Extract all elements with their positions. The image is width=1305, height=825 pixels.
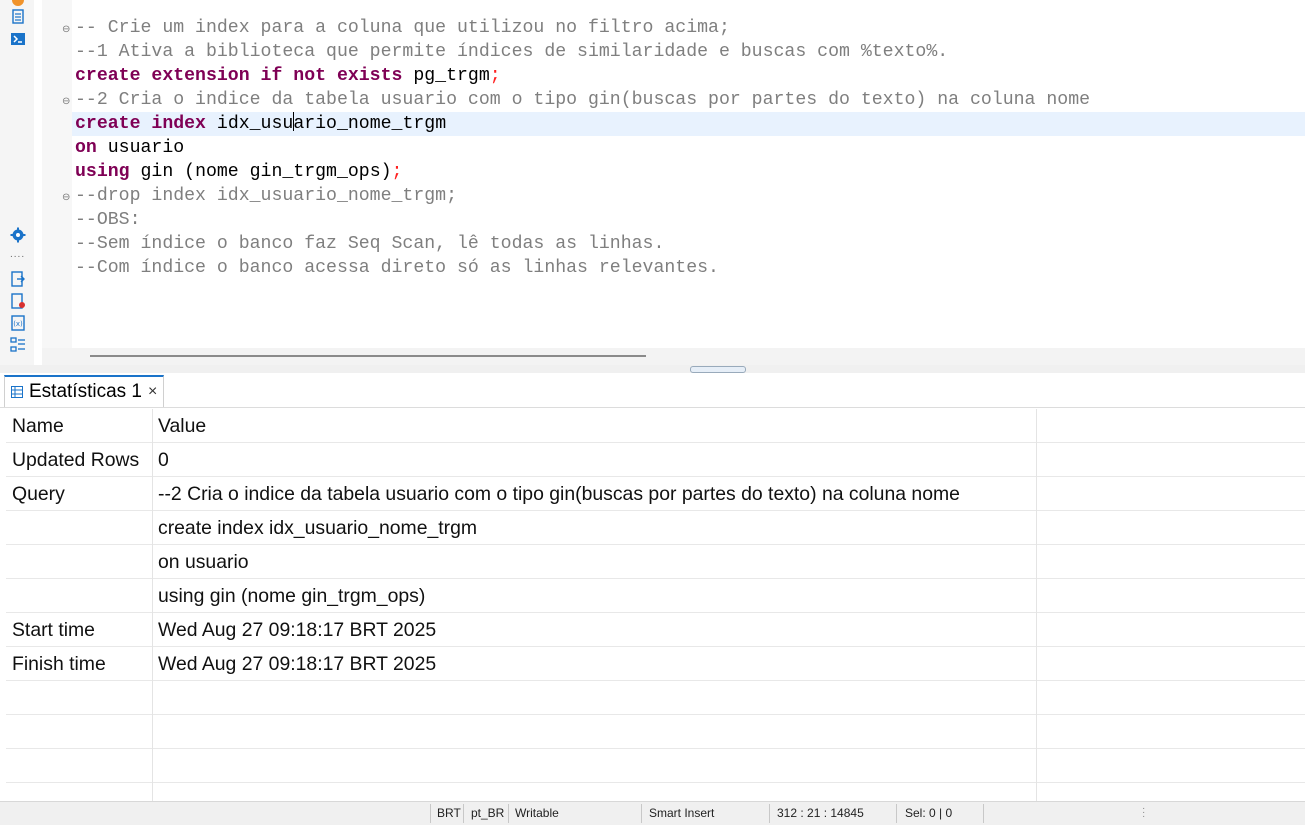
sql-text: usuario bbox=[96, 138, 185, 158]
status-bar: BRT pt_BR Writable Smart Insert 312 : 21… bbox=[0, 801, 1305, 825]
sql-editor[interactable]: .... (x) ⊖ ⊖ ⊖ -- Crie um index para a col… bbox=[0, 0, 1305, 365]
horizontal-scrollbar[interactable] bbox=[42, 348, 1305, 365]
sql-text: ario_nome_trgm bbox=[293, 114, 447, 134]
tab-label: Estatísticas 1 bbox=[29, 381, 142, 402]
table-row[interactable] bbox=[6, 749, 1305, 783]
status-separator bbox=[983, 804, 984, 823]
row-value-cell[interactable]: Wed Aug 27 09:18:17 BRT 2025 bbox=[158, 613, 436, 646]
editor-left-toolbar: .... (x) bbox=[0, 0, 34, 365]
code-text-area[interactable]: -- Crie um index para a coluna que utili… bbox=[72, 16, 1305, 280]
sql-comment: --2 Cria o indice da tabela usuario com … bbox=[75, 90, 1091, 110]
column-divider bbox=[1036, 409, 1037, 801]
status-timezone: BRT bbox=[437, 806, 461, 820]
fold-toggle-icon[interactable]: ⊖ bbox=[62, 24, 70, 35]
row-value-cell[interactable]: Wed Aug 27 09:18:17 BRT 2025 bbox=[158, 647, 436, 680]
code-line[interactable]: using gin (nome gin_trgm_ops); bbox=[72, 160, 1305, 184]
sql-text: gin (nome gin_trgm_ops) bbox=[129, 162, 392, 182]
sql-text: idx_usu bbox=[205, 114, 294, 134]
sql-comment: --drop index idx_usuario_nome_trgm; bbox=[75, 186, 457, 206]
code-line[interactable]: --OBS: bbox=[72, 208, 1305, 232]
results-tab-bar: Estatísticas 1 × bbox=[0, 373, 1305, 408]
status-separator bbox=[641, 804, 642, 823]
code-line[interactable]: --drop index idx_usuario_nome_trgm; bbox=[72, 184, 1305, 208]
row-name-cell[interactable]: Query bbox=[12, 477, 65, 510]
sql-keyword: create index bbox=[75, 114, 206, 134]
row-value-cell[interactable]: on usuario bbox=[158, 545, 249, 578]
table-row[interactable]: Start time Wed Aug 27 09:18:17 BRT 2025 bbox=[6, 613, 1305, 647]
status-grip-icon[interactable]: · · · bbox=[1142, 804, 1145, 822]
status-separator bbox=[430, 804, 431, 823]
sql-semicolon: ; bbox=[391, 162, 403, 182]
sql-keyword: create extension if not exists bbox=[75, 66, 403, 86]
gear-icon[interactable] bbox=[10, 227, 26, 243]
outline-icon[interactable] bbox=[10, 337, 26, 353]
table-row[interactable]: create index idx_usuario_nome_trgm bbox=[6, 511, 1305, 545]
sql-keyword: using bbox=[75, 162, 130, 182]
code-line[interactable]: --Sem índice o banco faz Seq Scan, lê to… bbox=[72, 232, 1305, 256]
sql-comment: --Com índice o banco acessa direto só as… bbox=[75, 258, 719, 278]
column-header-name[interactable]: Name bbox=[12, 409, 64, 442]
status-selection: Sel: 0 | 0 bbox=[905, 806, 953, 820]
fold-toggle-icon[interactable]: ⊖ bbox=[62, 192, 70, 203]
toolbar-separator-dots: .... bbox=[10, 249, 26, 260]
code-line[interactable]: on usuario bbox=[72, 136, 1305, 160]
table-row[interactable] bbox=[6, 681, 1305, 715]
fold-ruler bbox=[42, 0, 72, 348]
status-cursor-position[interactable]: 312 : 21 : 14845 bbox=[777, 802, 864, 825]
column-header-value[interactable]: Value bbox=[158, 409, 206, 442]
code-line-current[interactable]: create index idx_usuario_nome_trgm bbox=[72, 112, 1305, 136]
sql-comment: --OBS: bbox=[75, 210, 141, 230]
fold-toggle-icon[interactable]: ⊖ bbox=[62, 96, 70, 107]
code-line[interactable]: --2 Cria o indice da tabela usuario com … bbox=[72, 88, 1305, 112]
row-value-cell[interactable]: create index idx_usuario_nome_trgm bbox=[158, 511, 477, 544]
row-value-cell[interactable]: using gin (nome gin_trgm_ops) bbox=[158, 579, 425, 612]
sql-comment: --1 Ativa a biblioteca que permite índic… bbox=[75, 42, 949, 62]
status-separator bbox=[896, 804, 897, 823]
code-line[interactable]: create extension if not exists pg_trgm; bbox=[72, 64, 1305, 88]
status-separator bbox=[508, 804, 509, 823]
row-value-cell[interactable]: --2 Cria o indice da tabela usuario com … bbox=[158, 477, 960, 510]
tab-estatisticas[interactable]: Estatísticas 1 × bbox=[4, 375, 165, 407]
status-separator bbox=[463, 804, 464, 823]
sql-keyword: on bbox=[75, 138, 97, 158]
script-icon[interactable] bbox=[10, 9, 26, 25]
horizontal-scrollbar-thumb[interactable] bbox=[90, 355, 646, 357]
export-icon[interactable] bbox=[10, 271, 26, 287]
row-name-cell[interactable]: Updated Rows bbox=[12, 443, 139, 476]
column-divider bbox=[152, 409, 153, 801]
console-icon[interactable] bbox=[10, 31, 26, 47]
code-line[interactable]: --1 Ativa a biblioteca que permite índic… bbox=[72, 40, 1305, 64]
table-row[interactable]: on usuario bbox=[6, 545, 1305, 579]
table-row[interactable] bbox=[6, 715, 1305, 749]
table-row[interactable]: Finish time Wed Aug 27 09:18:17 BRT 2025 bbox=[6, 647, 1305, 681]
row-value-cell[interactable]: 0 bbox=[158, 443, 169, 476]
table-row[interactable]: using gin (nome gin_trgm_ops) bbox=[6, 579, 1305, 613]
status-insert-mode[interactable]: Smart Insert bbox=[649, 802, 714, 825]
code-line[interactable]: --Com índice o banco acessa direto só as… bbox=[72, 256, 1305, 280]
statistics-grid: Name Value Updated Rows 0 Query --2 Cria o … bbox=[6, 409, 1305, 801]
file-error-icon[interactable] bbox=[10, 293, 26, 309]
status-writable: Writable bbox=[515, 806, 559, 820]
grid-header-row: Name Value bbox=[6, 409, 1305, 443]
table-icon bbox=[11, 386, 23, 398]
table-row[interactable]: Query --2 Cria o indice da tabela usuario… bbox=[6, 477, 1305, 511]
svg-text:(x): (x) bbox=[13, 320, 23, 328]
splitter-handle[interactable] bbox=[690, 366, 746, 373]
status-locale: pt_BR bbox=[471, 806, 505, 820]
row-name-cell[interactable]: Start time bbox=[12, 613, 95, 646]
sql-comment: -- Crie um index para a coluna que utili… bbox=[75, 18, 730, 38]
sql-semicolon: ; bbox=[489, 66, 501, 86]
code-line[interactable]: -- Crie um index para a coluna que utili… bbox=[72, 16, 1305, 40]
variables-icon[interactable]: (x) bbox=[10, 315, 26, 331]
status-separator bbox=[769, 804, 770, 823]
sql-comment: --Sem índice o banco faz Seq Scan, lê to… bbox=[75, 234, 665, 254]
row-name-cell[interactable]: Finish time bbox=[12, 647, 106, 680]
panel-splitter[interactable] bbox=[0, 365, 1305, 373]
table-row[interactable]: Updated Rows 0 bbox=[6, 443, 1305, 477]
sql-text: pg_trgm bbox=[402, 66, 490, 86]
close-icon[interactable]: × bbox=[148, 383, 157, 401]
